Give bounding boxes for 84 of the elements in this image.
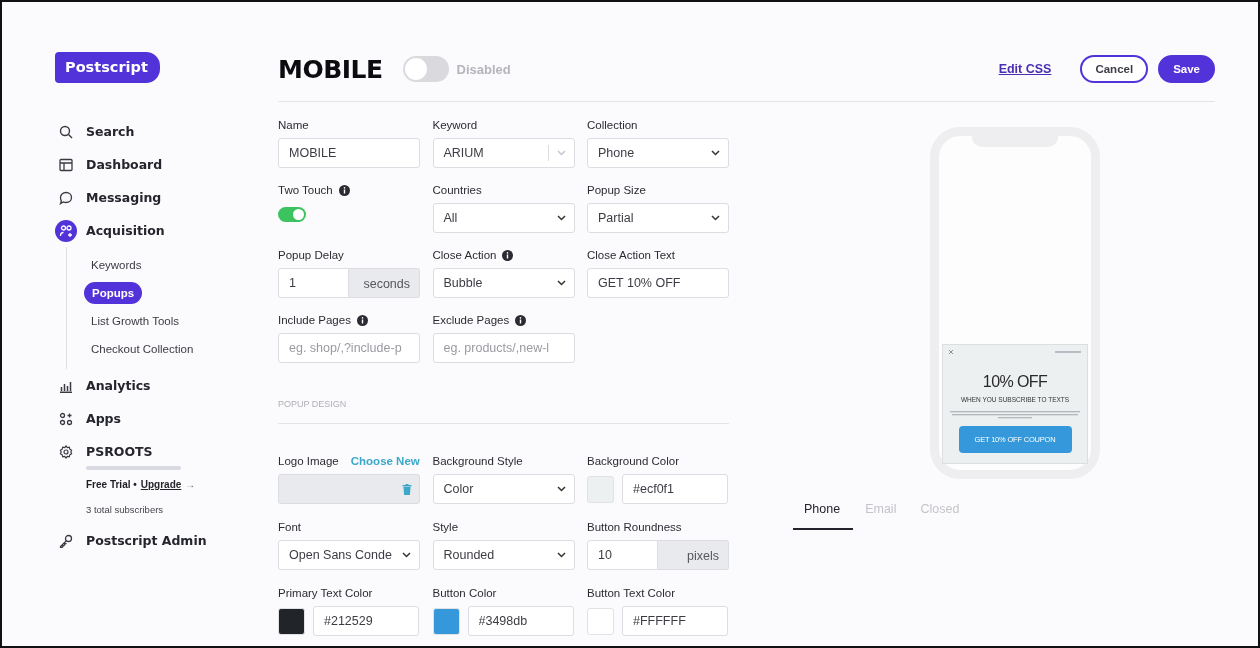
nav-item[interactable]: Dashboard [55, 148, 278, 181]
chevron-down-icon [556, 150, 566, 156]
field-label: Popup Size [587, 184, 646, 196]
trash-icon[interactable] [402, 483, 412, 495]
logo[interactable]: Postscript [55, 52, 160, 83]
field-label: Two Touch [278, 184, 333, 196]
text-field[interactable]: eg. products/,new-l [432, 333, 575, 363]
select-field[interactable]: Rounded [432, 540, 575, 570]
text-field[interactable]: GET 10% OFF [587, 268, 729, 298]
select-field[interactable]: Partial [587, 203, 729, 233]
powered-by-mark [1055, 350, 1081, 354]
subnav-item[interactable]: Keywords [90, 251, 142, 279]
field-label: Button Text Color [587, 587, 675, 599]
toggle-switch[interactable] [278, 207, 306, 222]
nav-item[interactable]: Apps [55, 402, 278, 435]
select-field[interactable]: All [432, 203, 575, 233]
nav-item[interactable]: Search [55, 115, 278, 148]
section-heading: POPUP DESIGN [278, 399, 348, 411]
field-label: Button Roundness [587, 521, 682, 533]
select-field[interactable]: Open Sans Conde [278, 540, 420, 570]
image-upload-field[interactable] [278, 474, 420, 504]
subnav-item[interactable]: Popups [84, 282, 143, 304]
select-field[interactable]: Phone [587, 138, 729, 168]
field-label: Background Style [432, 455, 523, 467]
field-label: Close Action Text [587, 249, 675, 261]
field-label: Primary Text Color [278, 587, 373, 599]
subnav-item[interactable]: List Growth Tools [90, 307, 179, 335]
nav-item[interactable]: Acquisition [55, 214, 278, 247]
chevron-down-icon [556, 280, 566, 286]
edit-css-link[interactable]: Edit CSS [998, 62, 1052, 76]
subscriber-count: 3 total subscribers [86, 504, 164, 515]
number-field[interactable]: 1 [278, 268, 349, 298]
field-label: Style [432, 521, 459, 533]
page-title: MOBILE [278, 54, 383, 84]
status-toggle[interactable] [402, 56, 449, 82]
number-field[interactable]: 10 [587, 540, 658, 570]
field-label: Collection [587, 119, 638, 131]
field-label: Background Color [587, 455, 680, 467]
field-label: Countries [432, 184, 482, 196]
select-field[interactable]: Color [432, 474, 575, 504]
text-field[interactable]: MOBILE [278, 138, 420, 168]
hex-code-field[interactable]: #FFFFFF [622, 606, 728, 636]
unit-label: seconds [349, 268, 420, 298]
color-swatch[interactable] [432, 607, 460, 635]
field-label: Button Color [432, 587, 497, 599]
chevron-down-icon [556, 486, 566, 492]
hex-code-field[interactable]: #3498db [467, 606, 574, 636]
hex-code-field[interactable]: #212529 [313, 606, 419, 636]
chevron-down-icon [402, 552, 411, 558]
color-swatch[interactable] [587, 475, 614, 503]
text-field[interactable]: eg. shop/,?include-p [278, 333, 420, 363]
save-button[interactable]: Save [1158, 55, 1215, 83]
nav-item[interactable]: Postscript Admin [55, 524, 278, 557]
color-swatch[interactable] [278, 607, 305, 635]
plan-label: Free Trial • [86, 479, 137, 490]
upgrade-link[interactable]: Upgrade [140, 479, 182, 490]
status-label: Disabled [456, 61, 511, 77]
cancel-button[interactable]: Cancel [1080, 55, 1149, 83]
people-icon [55, 219, 77, 242]
field-label: Keyword [432, 119, 478, 131]
field-label: Include Pages [278, 314, 351, 326]
nav-item[interactable]: PSROOTS [55, 435, 278, 468]
select-field[interactable]: ARIUM [432, 138, 575, 168]
chevron-down-icon [556, 552, 566, 558]
popup-headline: 10% OFF [982, 373, 1048, 391]
color-swatch[interactable] [587, 607, 614, 635]
field-label: Font [278, 521, 301, 533]
nav-item[interactable]: Analytics [55, 369, 278, 402]
unit-label: pixels [658, 540, 729, 570]
nav-item[interactable]: Messaging [55, 181, 278, 214]
field-label: Close Action [432, 249, 497, 261]
field-label: Popup Delay [278, 249, 344, 261]
chevron-down-icon [711, 150, 720, 156]
arrow-icon: → [185, 479, 196, 490]
select-field[interactable]: Bubble [432, 268, 575, 298]
preview-tab[interactable]: Phone [793, 496, 854, 530]
field-label: Logo Image [278, 455, 339, 467]
hex-code-field[interactable]: #ecf0f1 [622, 474, 728, 504]
close-icon [949, 350, 953, 354]
chevron-down-icon [711, 215, 720, 221]
field-label: Name [278, 119, 309, 131]
subnav-item[interactable]: Checkout Collection [90, 335, 194, 363]
chevron-down-icon [556, 215, 566, 221]
field-label: Exclude Pages [432, 314, 510, 326]
